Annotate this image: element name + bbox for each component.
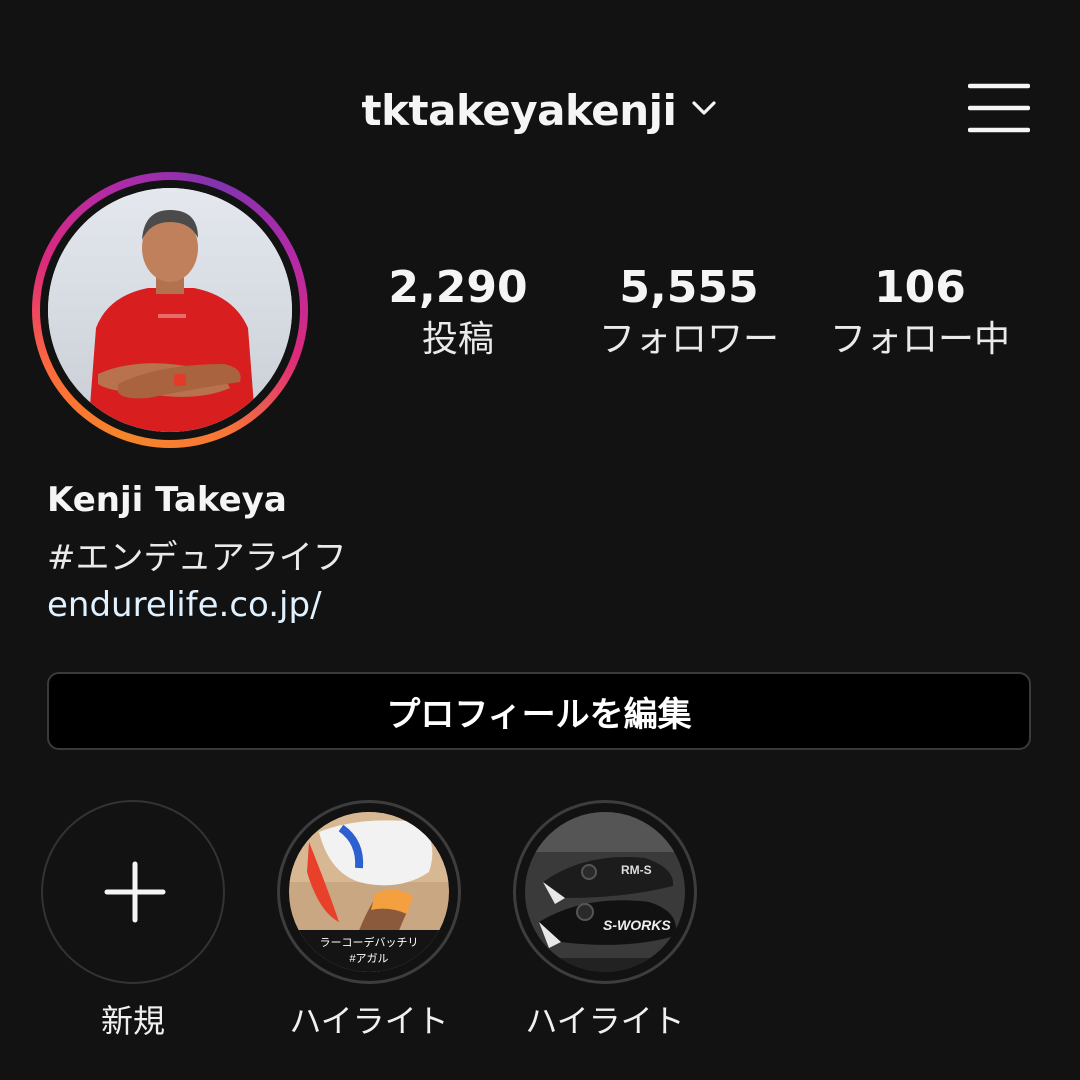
stat-followers-label: フォロワー xyxy=(598,319,779,360)
new-highlight-button[interactable]: 新規 xyxy=(41,800,225,1042)
chevron-down-icon xyxy=(690,94,718,126)
edit-profile-button[interactable]: プロフィールを編集 xyxy=(47,672,1031,750)
stat-following[interactable]: 106 フォロー中 xyxy=(805,258,1035,362)
new-highlight-label: 新規 xyxy=(100,1002,165,1040)
highlight-caption-line1: ラーコーデバッチリ xyxy=(320,935,419,949)
highlight-label: ハイライト xyxy=(289,1002,449,1040)
highlight-item[interactable]: ラーコーデバッチリ #アガル ハイライト xyxy=(277,800,461,1042)
new-highlight-circle xyxy=(41,800,225,984)
stat-posts[interactable]: 2,290 投稿 xyxy=(343,258,573,362)
stat-followers-count: 5,555 xyxy=(619,262,759,313)
highlight-caption-line2: #アガル xyxy=(349,952,388,965)
bio-link[interactable]: endurelife.co.jp/ xyxy=(47,585,322,625)
shoe-brand-text-2: S-WORKS xyxy=(603,917,671,933)
profile-name: Kenji Takeya xyxy=(47,480,287,520)
stat-followers[interactable]: 5,555 フォロワー xyxy=(574,258,804,362)
shoe-brand-text-1: RM-S xyxy=(621,863,652,877)
avatar-photo xyxy=(48,188,292,432)
stat-posts-label: 投稿 xyxy=(421,319,494,360)
stat-posts-count: 2,290 xyxy=(388,262,528,313)
highlight-item[interactable]: RM-S S-WORKS ハイライト xyxy=(513,800,697,1042)
highlight-label: ハイライト xyxy=(525,1002,685,1040)
account-switcher[interactable]: tktakeyakenji xyxy=(0,78,1080,142)
bio-hashtag[interactable]: #エンデュアライフ xyxy=(47,530,347,579)
highlight-cover-image: RM-S S-WORKS xyxy=(525,812,685,972)
stat-following-label: フォロー中 xyxy=(829,319,1010,360)
stat-following-count: 106 xyxy=(874,262,966,313)
username: tktakeyakenji xyxy=(361,85,677,135)
plus-icon xyxy=(104,861,166,923)
highlight-cover-image: ラーコーデバッチリ #アガル xyxy=(289,812,449,972)
highlight-ring: RM-S S-WORKS xyxy=(513,800,697,984)
highlight-ring: ラーコーデバッチリ #アガル xyxy=(277,800,461,984)
hamburger-menu-icon[interactable] xyxy=(967,80,1031,136)
profile-avatar[interactable] xyxy=(32,172,308,448)
